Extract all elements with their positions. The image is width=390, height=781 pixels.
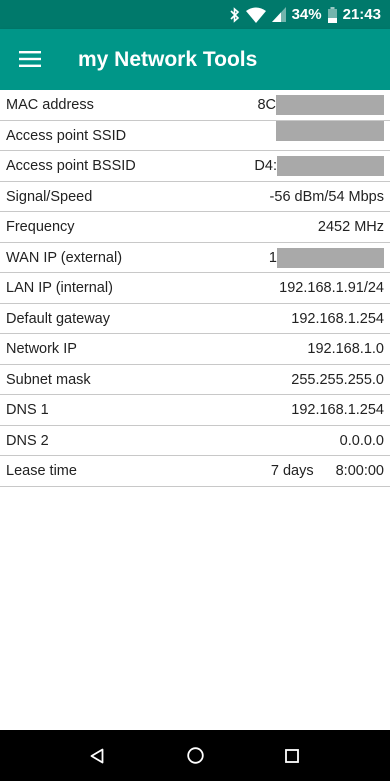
battery-icon	[327, 6, 337, 23]
recents-icon	[285, 748, 299, 763]
value-text: D4:	[254, 158, 277, 174]
row-dns-1[interactable]: DNS 1 192.168.1.254	[0, 395, 390, 426]
row-ap-ssid[interactable]: Access point SSID	[0, 120, 390, 151]
row-label: Default gateway	[6, 310, 110, 327]
row-label: DNS 2	[6, 432, 49, 449]
home-icon	[186, 747, 204, 764]
status-bar-right: 34% 21:43	[229, 0, 381, 29]
wifi-icon	[245, 7, 266, 23]
row-label: Subnet mask	[6, 371, 91, 388]
row-label: Lease time	[6, 463, 77, 479]
row-lan-ip[interactable]: LAN IP (internal) 192.168.1.91/24	[0, 273, 390, 304]
redaction-block	[276, 120, 384, 141]
row-label: WAN IP (external)	[6, 249, 123, 266]
home-button[interactable]	[165, 730, 225, 781]
row-default-gateway[interactable]: Default gateway 192.168.1.254	[0, 304, 390, 334]
bluetooth-icon	[229, 6, 240, 23]
hamburger-menu-icon	[19, 51, 41, 67]
value-text: 8C	[257, 97, 276, 113]
row-network-ip[interactable]: Network IP 192.168.1.0	[0, 334, 390, 365]
navigation-bar	[0, 730, 390, 781]
row-label: Network IP	[6, 341, 77, 357]
row-value	[276, 120, 384, 141]
value-text: 7 days	[270, 463, 314, 479]
redaction-block	[277, 156, 384, 176]
row-value: 8C	[257, 90, 384, 120]
redaction-block	[276, 95, 384, 115]
row-label: MAC address	[6, 97, 94, 113]
row-dns-2[interactable]: DNS 2 0.0.0.0	[0, 426, 390, 456]
clock: 21:43	[342, 6, 381, 23]
value-text: 1	[268, 249, 277, 266]
row-value: -56 dBm/54 Mbps	[269, 188, 384, 205]
row-value: 1	[269, 243, 384, 273]
row-label: Frequency	[6, 219, 75, 235]
value-text-2: 8:00:00	[335, 463, 384, 479]
back-icon	[90, 748, 104, 763]
row-value: 255.255.255.0	[291, 371, 384, 388]
row-value: 192.168.1.254	[291, 310, 384, 327]
menu-button[interactable]	[12, 41, 48, 77]
row-value: 7 days 8:00:00	[271, 456, 384, 486]
network-info-list: MAC address 8C Access point SSID Access …	[0, 90, 390, 730]
row-label: DNS 1	[6, 402, 49, 418]
row-value: 192.168.1.254	[291, 402, 384, 418]
row-mac-address[interactable]: MAC address 8C	[0, 90, 390, 121]
redaction-block	[277, 247, 384, 268]
row-lease-time[interactable]: Lease time 7 days 8:00:00	[0, 456, 390, 487]
cell-signal-icon	[271, 7, 286, 22]
row-frequency[interactable]: Frequency 2452 MHz	[0, 212, 390, 243]
row-value: 2452 MHz	[317, 219, 384, 235]
recents-button[interactable]	[262, 730, 322, 781]
row-value: 192.168.1.0	[307, 341, 384, 357]
row-label: Signal/Speed	[6, 188, 93, 205]
back-button[interactable]	[67, 730, 127, 781]
row-wan-ip[interactable]: WAN IP (external) 1	[0, 243, 390, 273]
row-signal-speed[interactable]: Signal/Speed -56 dBm/54 Mbps	[0, 182, 390, 212]
status-bar: 34% 21:43	[0, 0, 390, 29]
battery-percent: 34%	[291, 6, 322, 23]
app-bar: my Network Tools	[0, 29, 390, 90]
row-label: Access point SSID	[6, 127, 127, 144]
row-ap-bssid[interactable]: Access point BSSID D4:	[0, 151, 390, 182]
row-label: Access point BSSID	[6, 158, 136, 174]
row-value: 192.168.1.91/24	[279, 280, 384, 296]
row-value: 0.0.0.0	[339, 432, 384, 449]
row-subnet-mask[interactable]: Subnet mask 255.255.255.0	[0, 365, 390, 395]
app-title: my Network Tools	[78, 48, 258, 71]
row-label: LAN IP (internal)	[6, 280, 113, 296]
row-value: D4:	[254, 151, 384, 181]
